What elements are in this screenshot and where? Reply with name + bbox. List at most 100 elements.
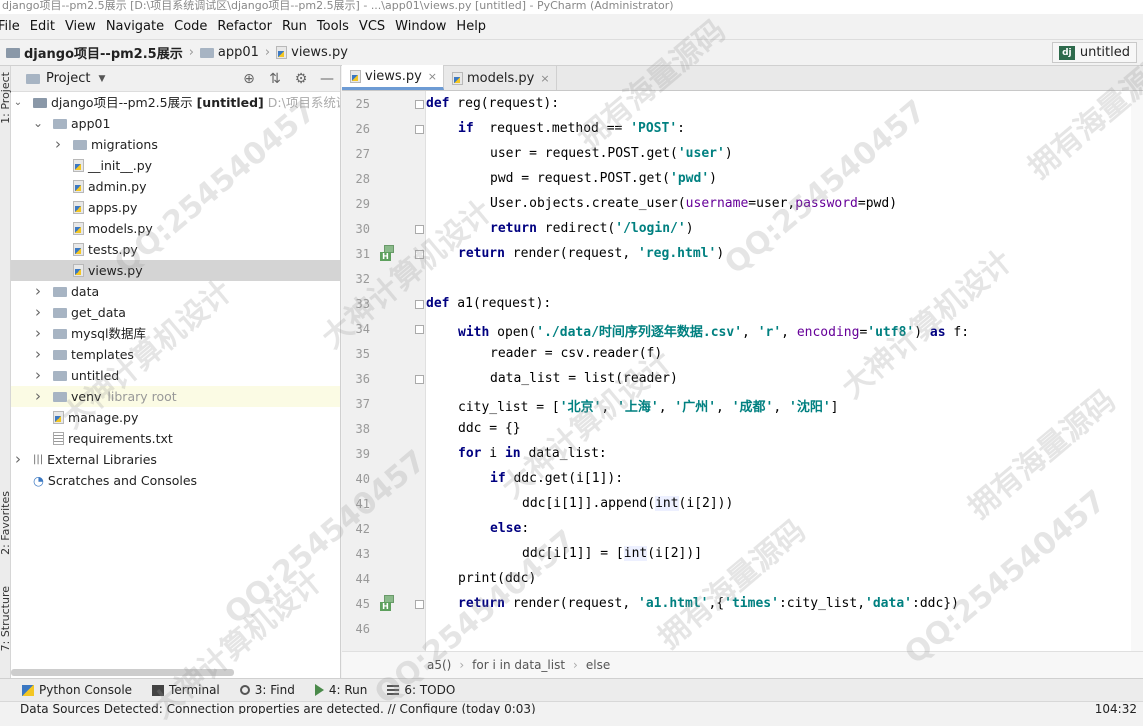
- menu-edit[interactable]: Edit: [30, 19, 55, 34]
- menu-vcs[interactable]: VCS: [359, 19, 385, 34]
- menu-navigate[interactable]: Navigate: [106, 19, 164, 34]
- tree-item[interactable]: › migrations: [11, 134, 340, 155]
- tree-item[interactable]: › ||| External Libraries: [11, 449, 340, 470]
- tree-item[interactable]: › data: [11, 281, 340, 302]
- tool-python-console[interactable]: Python Console: [22, 683, 132, 697]
- tab-models-py[interactable]: models.py ×: [444, 66, 557, 90]
- tool-terminal[interactable]: Terminal: [152, 683, 220, 697]
- breadcrumb-folder[interactable]: app01: [218, 45, 259, 60]
- chevron-down-icon[interactable]: ⌄: [13, 92, 23, 113]
- code-line[interactable]: User.objects.create_user(username=user,p…: [490, 196, 897, 211]
- chevron-right-icon[interactable]: ›: [53, 134, 63, 155]
- project-view-selector[interactable]: Project ▼: [26, 71, 105, 86]
- tree-item[interactable]: admin.py: [11, 176, 340, 197]
- tree-item[interactable]: requirements.txt: [11, 428, 340, 449]
- code-line[interactable]: return render(request, 'reg.html'): [458, 246, 724, 261]
- tree-item-label: models.py: [88, 221, 153, 236]
- menu-refactor[interactable]: Refactor: [217, 19, 272, 34]
- gear-icon[interactable]: ⚙: [288, 71, 314, 87]
- code-line[interactable]: pwd = request.POST.get('pwd'): [490, 171, 717, 186]
- code-breadcrumb-item[interactable]: else: [586, 658, 610, 672]
- tree-item[interactable]: views.py: [11, 260, 340, 281]
- menu-help[interactable]: Help: [456, 19, 486, 34]
- menu-file[interactable]: File: [0, 19, 20, 34]
- tree-item[interactable]: ◔ Scratches and Consoles: [11, 470, 340, 491]
- tree-item[interactable]: › templates: [11, 344, 340, 365]
- tool-todo[interactable]: 6: TODO: [387, 683, 455, 697]
- run-configuration-selector[interactable]: dj untitled: [1051, 42, 1137, 63]
- fold-marker-icon[interactable]: [415, 225, 424, 234]
- locate-icon[interactable]: ⊕: [236, 71, 262, 87]
- fold-marker-icon[interactable]: [415, 125, 424, 134]
- code-line[interactable]: print(ddc): [458, 571, 536, 586]
- close-icon[interactable]: ×: [428, 70, 437, 83]
- code-line[interactable]: ddc[i[1]].append(int(i[2])): [522, 496, 733, 511]
- fold-marker-icon[interactable]: [415, 600, 424, 609]
- code-line[interactable]: return redirect('/login/'): [490, 221, 694, 236]
- tree-item[interactable]: › untitled: [11, 365, 340, 386]
- code-line[interactable]: city_list = ['北京', '上海', '广州', '成都', '沈阳…: [458, 396, 838, 415]
- fold-marker-icon[interactable]: [415, 375, 424, 384]
- tree-item[interactable]: ⌄ app01: [11, 113, 340, 134]
- vertical-scrollbar[interactable]: [1131, 91, 1143, 651]
- chevron-right-icon[interactable]: ›: [33, 302, 43, 323]
- tree-item[interactable]: __init__.py: [11, 155, 340, 176]
- code-line[interactable]: if ddc.get(i[1]):: [490, 471, 623, 486]
- code-line[interactable]: ddc = {}: [458, 421, 521, 436]
- fold-marker-icon[interactable]: [415, 250, 424, 259]
- overrides-method-icon[interactable]: H: [380, 595, 396, 611]
- code-line[interactable]: def a1(request):: [426, 296, 551, 311]
- code-line[interactable]: if request.method == 'POST':: [458, 121, 685, 136]
- tree-item[interactable]: › get_data: [11, 302, 340, 323]
- tree-item[interactable]: tests.py: [11, 239, 340, 260]
- menu-window[interactable]: Window: [395, 19, 446, 34]
- menu-view[interactable]: View: [65, 19, 96, 34]
- tool-find[interactable]: 3: Find: [239, 683, 295, 697]
- tree-item-label: __init__.py: [88, 158, 153, 173]
- tree-item-label: get_data: [71, 305, 126, 320]
- tree-item[interactable]: › venv library root: [11, 386, 340, 407]
- tab-views-py[interactable]: views.py ×: [342, 65, 445, 90]
- collapse-all-icon[interactable]: ⇅: [262, 71, 288, 87]
- chevron-right-icon[interactable]: ›: [13, 449, 23, 470]
- code-line[interactable]: user = request.POST.get('user'): [490, 146, 733, 161]
- chevron-right-icon[interactable]: ›: [33, 365, 43, 386]
- horizontal-scrollbar[interactable]: [11, 669, 234, 676]
- tree-item[interactable]: manage.py: [11, 407, 340, 428]
- tool-label: 4: Run: [328, 683, 368, 697]
- hide-icon[interactable]: —: [314, 71, 340, 87]
- code-breadcrumb-item[interactable]: for i in data_list: [472, 658, 565, 672]
- fold-marker-icon[interactable]: [415, 300, 424, 309]
- menu-code[interactable]: Code: [174, 19, 207, 34]
- code-line[interactable]: for i in data_list:: [458, 446, 607, 461]
- tree-item[interactable]: models.py: [11, 218, 340, 239]
- code-line[interactable]: return render(request, 'a1.html',{'times…: [458, 596, 959, 611]
- code-line[interactable]: ddc[i[1]] = [int(i[2])]: [522, 546, 702, 561]
- tree-item[interactable]: › mysql数据库: [11, 323, 340, 344]
- chevron-right-icon[interactable]: ›: [33, 281, 43, 302]
- code-line[interactable]: data_list = list(reader): [490, 371, 678, 386]
- fold-marker-icon[interactable]: [415, 325, 424, 334]
- code-line[interactable]: def reg(request):: [426, 96, 559, 111]
- overrides-method-icon[interactable]: H: [380, 245, 396, 261]
- status-message[interactable]: Data Sources Detected: Connection proper…: [20, 703, 536, 715]
- close-icon[interactable]: ×: [540, 72, 549, 85]
- chevron-right-icon[interactable]: ›: [33, 386, 43, 407]
- fold-marker-icon[interactable]: [415, 100, 424, 109]
- chevron-right-icon[interactable]: ›: [33, 323, 43, 344]
- breadcrumb-file[interactable]: views.py: [291, 45, 348, 60]
- caret-position[interactable]: 104:32: [1095, 703, 1137, 715]
- menu-tools[interactable]: Tools: [317, 19, 349, 34]
- code-area[interactable]: 25 def reg(request): 26 if request.method =…: [342, 91, 1143, 651]
- code-line[interactable]: with open('./data/时间序列逐年数据.csv', 'r', en…: [458, 321, 969, 340]
- code-breadcrumb-item[interactable]: a5(): [427, 658, 451, 672]
- code-line[interactable]: reader = csv.reader(f): [490, 346, 662, 361]
- chevron-down-icon[interactable]: ⌄: [33, 113, 43, 134]
- menu-run[interactable]: Run: [282, 19, 307, 34]
- tree-item[interactable]: apps.py: [11, 197, 340, 218]
- chevron-right-icon[interactable]: ›: [33, 344, 43, 365]
- code-line[interactable]: else:: [490, 521, 529, 536]
- breadcrumb-project[interactable]: django项目--pm2.5展示: [24, 43, 183, 62]
- tree-root[interactable]: ⌄ django项目--pm2.5展示 [untitled] D:\项目系统调试: [11, 92, 340, 113]
- tool-run[interactable]: 4: Run: [314, 683, 368, 697]
